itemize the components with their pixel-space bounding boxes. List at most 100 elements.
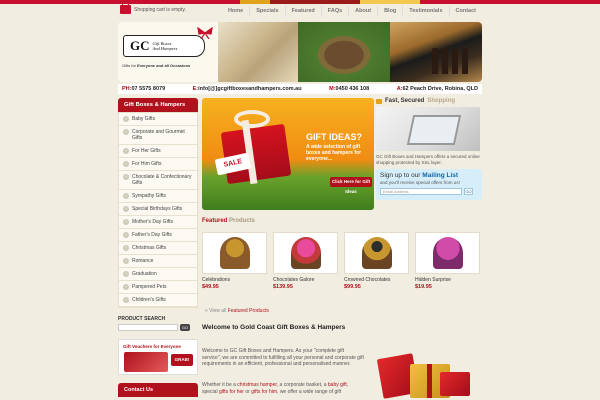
product-image[interactable] bbox=[415, 232, 480, 274]
mailing-subtext: and you'll receive special offers from u… bbox=[380, 180, 460, 185]
bullet-icon: › bbox=[123, 271, 129, 277]
featured-products: Celebrations $49.95 Chocolates Galore $1… bbox=[202, 232, 482, 290]
laptop-image bbox=[376, 107, 480, 151]
sidebar-item-for-her[interactable]: › For Her Gifts bbox=[119, 145, 197, 158]
sidebar-item-chocolate[interactable]: › Chocolate & Confectionary Gifts bbox=[119, 171, 197, 190]
sidebar-item-romance[interactable]: › Romance bbox=[119, 255, 197, 268]
shopping-bag-icon bbox=[120, 2, 131, 14]
logo[interactable]: GC Gift Boxes And Hampers Gifts for Every… bbox=[118, 22, 218, 82]
bullet-icon: › bbox=[123, 116, 129, 122]
nav-faqs[interactable]: FAQs bbox=[320, 6, 348, 16]
sidebar-item-mothers-day[interactable]: › Mother's Day Gifts bbox=[119, 216, 197, 229]
sidebar-item-baby-gifts[interactable]: › Baby Gifts bbox=[119, 113, 197, 126]
contact-us-header[interactable]: Contact Us bbox=[118, 383, 198, 397]
hero-title: GIFT IDEAS? bbox=[306, 132, 362, 142]
banner-photo-hamper bbox=[298, 22, 390, 82]
mailing-form: Email Address GO bbox=[380, 188, 478, 195]
vouchers-title: Gift Vouchers for Everyone bbox=[123, 344, 181, 349]
nav-about[interactable]: About bbox=[348, 6, 377, 16]
sidebar-item-sympathy[interactable]: › Sympathy Gifts bbox=[119, 190, 197, 203]
nav-featured[interactable]: Featured bbox=[284, 6, 321, 16]
product-price: $99.95 bbox=[344, 284, 361, 290]
main-nav: Home Specials Featured FAQs About Blog T… bbox=[222, 6, 482, 16]
sidebar-item-graduation[interactable]: › Graduation bbox=[119, 268, 197, 281]
sidebar-item-corporate-gifts[interactable]: › Corporate and Gourmet Gifts bbox=[119, 126, 197, 145]
sidebar-item-special-birthdays[interactable]: › Special Birthdays Gifts bbox=[119, 203, 197, 216]
logo-tag: GC Gift Boxes And Hampers bbox=[123, 35, 205, 57]
bullet-icon: › bbox=[123, 174, 129, 180]
product-price: $19.95 bbox=[415, 284, 432, 290]
logo-initials: GC bbox=[130, 38, 150, 53]
product-card[interactable]: Hidden Surprise $19.95 bbox=[415, 232, 480, 290]
product-price: $49.95 bbox=[202, 284, 219, 290]
product-price: $139.95 bbox=[273, 284, 293, 290]
search-go-button[interactable]: GO bbox=[180, 324, 190, 331]
gifts-for-him-link[interactable]: gifts for him bbox=[251, 389, 277, 395]
sidebar: Gift Boxes & Hampers › Baby Gifts › Corpor… bbox=[118, 98, 198, 397]
gifts-for-her-link[interactable]: gifts for her bbox=[219, 389, 244, 395]
sidebar-item-pampered-pets[interactable]: › Pampered Pets bbox=[119, 281, 197, 294]
product-card[interactable]: Celebrations $49.95 bbox=[202, 232, 267, 290]
featured-products-title: Featured Products bbox=[202, 218, 256, 224]
nav-specials[interactable]: Specials bbox=[249, 6, 284, 16]
product-card[interactable]: Crowned Chocolates $99.95 bbox=[344, 232, 409, 290]
bullet-icon: › bbox=[123, 297, 129, 303]
baby-gift-link[interactable]: baby gift bbox=[328, 382, 347, 388]
voucher-card-image bbox=[124, 352, 168, 372]
header-banner: GC Gift Boxes And Hampers Gifts for Every… bbox=[118, 22, 482, 82]
gift-boxes-image bbox=[376, 350, 476, 400]
logo-tagline: Gifts for Everyone and all Occasions bbox=[122, 63, 191, 68]
nav-blog[interactable]: Blog bbox=[377, 6, 402, 16]
product-search-input[interactable] bbox=[118, 324, 178, 331]
secure-text: GC Gift Boxes and Hampers offers a secur… bbox=[376, 154, 480, 165]
mailing-go-button[interactable]: GO bbox=[464, 188, 473, 195]
nav-testimonials[interactable]: Testimonials bbox=[402, 6, 448, 16]
sidebar-item-for-him[interactable]: › For Him Gifts bbox=[119, 158, 197, 171]
bullet-icon: › bbox=[123, 232, 129, 238]
nav-contact[interactable]: Contact bbox=[448, 6, 482, 16]
product-name[interactable]: Celebrations bbox=[202, 277, 267, 283]
grab-button[interactable]: GRAB! bbox=[171, 354, 193, 366]
product-image[interactable] bbox=[273, 232, 338, 274]
bullet-icon: › bbox=[123, 129, 129, 135]
bullet-icon: › bbox=[123, 206, 129, 212]
logo-name: Gift Boxes And Hampers bbox=[152, 41, 178, 51]
product-name[interactable]: Hidden Surprise bbox=[415, 277, 480, 283]
welcome-paragraph-2: Whether it be a christmas hamper, a corp… bbox=[202, 382, 349, 395]
bullet-icon: › bbox=[123, 148, 129, 154]
view-all-featured-link[interactable]: » View all Featured Products bbox=[205, 308, 269, 314]
ribbon-bow-icon bbox=[197, 27, 213, 39]
cart-status[interactable]: Shopping cart is empty. bbox=[120, 2, 186, 14]
email-field[interactable]: Email Address bbox=[380, 188, 462, 195]
mailing-title: Sign up to our Mailing List bbox=[380, 172, 459, 179]
product-image[interactable] bbox=[202, 232, 267, 274]
sidebar-item-fathers-day[interactable]: › Father's Day Gifts bbox=[119, 229, 197, 242]
welcome-paragraph-1: Welcome to GC Gift Boxes and Hampers. As… bbox=[202, 348, 364, 367]
bullet-icon: › bbox=[123, 161, 129, 167]
cart-text: Shopping cart is empty. bbox=[134, 6, 186, 13]
contact-phone: PH:07 5575 8079 bbox=[122, 86, 166, 92]
christmas-hamper-link[interactable]: christmas hamper bbox=[237, 382, 276, 388]
product-name[interactable]: Crowned Chocolates bbox=[344, 277, 409, 283]
right-column: Fast, Secured Shopping GC Gift Boxes and… bbox=[376, 98, 482, 200]
hero-banner[interactable]: SALE GIFT IDEAS? A wide selection of gif… bbox=[202, 98, 374, 210]
gift-vouchers-banner[interactable]: Gift Vouchers for Everyone GRAB! bbox=[118, 339, 198, 375]
nav-home[interactable]: Home bbox=[222, 6, 249, 16]
bullet-icon: › bbox=[123, 193, 129, 199]
top-bar: Shopping cart is empty. Home Specials Fe… bbox=[0, 2, 600, 20]
product-search: GO bbox=[118, 324, 198, 331]
mailing-list-box: Sign up to our Mailing List and you'll r… bbox=[376, 169, 482, 200]
ribbon-bow-icon bbox=[234, 110, 270, 128]
sidebar-item-childrens-gifts[interactable]: › Children's Gifts bbox=[119, 294, 197, 307]
secure-shopping-title: Fast, Secured Shopping bbox=[376, 98, 482, 104]
bullet-icon: › bbox=[123, 258, 129, 264]
product-image[interactable] bbox=[344, 232, 409, 274]
contact-address: A:62 Peach Drive, Robina, QLD bbox=[396, 86, 478, 92]
bullet-icon: › bbox=[123, 245, 129, 251]
product-card[interactable]: Chocolates Galore $139.95 bbox=[273, 232, 338, 290]
contact-email[interactable]: E:info[@]gcgiftboxesandhampers.com.au bbox=[193, 86, 302, 92]
welcome-title: Welcome to Gold Coast Gift Boxes & Hampe… bbox=[202, 324, 346, 331]
product-name[interactable]: Chocolates Galore bbox=[273, 277, 338, 283]
gift-ideas-button[interactable]: Click Here for Gift Ideas bbox=[330, 177, 372, 194]
sidebar-item-christmas[interactable]: › Christmas Gifts bbox=[119, 242, 197, 255]
